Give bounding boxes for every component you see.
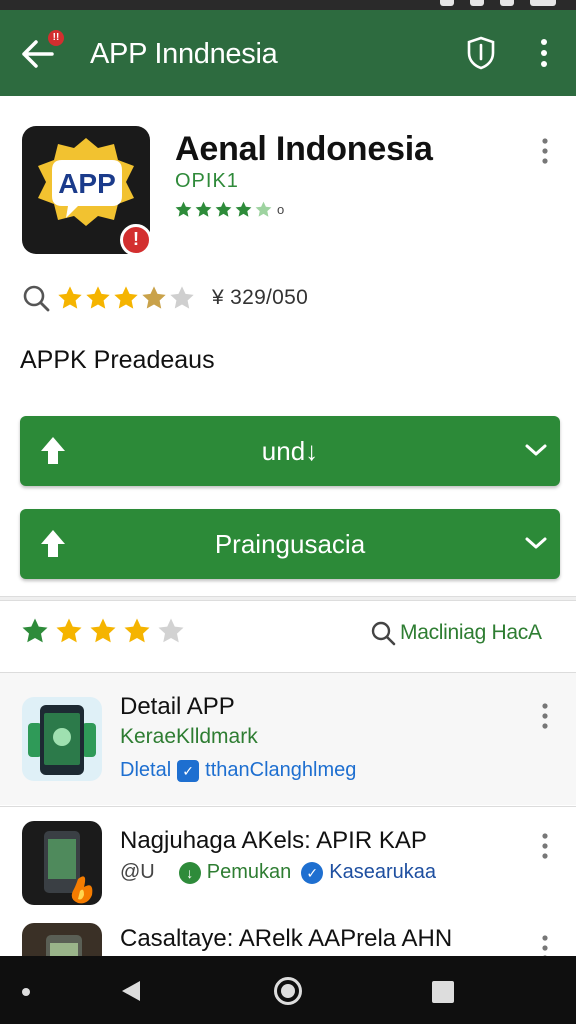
nav-back-icon[interactable]	[118, 978, 144, 1004]
section-title: APPK Preadeaus	[20, 346, 215, 374]
list-item-subtitle: KeraeKlldmark	[120, 725, 258, 748]
list-item[interactable]: Detail APP KeraeKlldmark Dletal ✓ tthanC…	[0, 673, 576, 805]
more-vert-icon[interactable]	[540, 833, 550, 859]
phone-app-icon	[22, 697, 102, 781]
game-app-icon	[22, 821, 102, 905]
system-nav-bar	[0, 956, 576, 1024]
shield-icon[interactable]	[466, 36, 496, 70]
more-vert-icon[interactable]	[540, 703, 550, 729]
list-item-meta: @U ↓ Pemukan ✓ Kasearukaa	[120, 861, 436, 884]
list-item-title: Nagjuhaga AKels: APIR KAP	[120, 827, 427, 854]
star-icon	[235, 201, 252, 217]
verified-icon: ✓	[177, 759, 200, 782]
phone-icon	[46, 935, 82, 956]
alert-badge: !	[120, 224, 152, 256]
star-icon	[215, 201, 232, 217]
more-vert-icon[interactable]	[540, 138, 550, 164]
list-item-title: Detail APP	[120, 693, 235, 720]
meta-right: Kasearukaa	[329, 861, 436, 883]
nav-home-icon[interactable]	[274, 977, 302, 1005]
star-icon	[195, 201, 212, 217]
wifi-icon	[470, 0, 484, 6]
star-icon[interactable]	[88, 616, 118, 646]
download-count: ¥ 329/050	[212, 286, 309, 309]
star-icon	[114, 286, 138, 309]
update-button[interactable]: und↓	[20, 416, 560, 486]
phone-icon	[28, 705, 96, 775]
list-item-title: Casaltaye: ARelk AAPrela AHN	[120, 925, 453, 952]
star-icon[interactable]	[20, 616, 50, 646]
meta-mid: Pemukan	[206, 861, 292, 883]
more-vert-icon[interactable]	[536, 38, 552, 68]
install-button-label: Praingusacia	[214, 529, 366, 559]
app-name: Aenal Indonesia	[175, 130, 433, 168]
rate-app-stars[interactable]	[20, 616, 186, 646]
page-title: APP Inndnesia	[90, 38, 278, 70]
battery-icon	[530, 0, 556, 6]
search-icon[interactable]	[22, 284, 50, 312]
status-bar	[0, 0, 576, 10]
app-bar: !! APP Inndnesia	[0, 10, 576, 96]
star-half-icon	[142, 286, 166, 309]
star-icon	[58, 286, 82, 309]
verified-icon: ✓	[301, 861, 324, 884]
content-area: APP ! Aenal Indonesia OPIK1 o ¥ 329/050 …	[0, 96, 576, 956]
search-icon	[371, 621, 396, 646]
meta-right: tthanClanghlmeg	[205, 759, 357, 781]
star-icon[interactable]	[122, 616, 152, 646]
app-icon-text: APP	[58, 168, 116, 199]
meta-left: @U	[120, 861, 155, 883]
star-icon	[86, 286, 110, 309]
phone-icon	[44, 831, 93, 904]
nav-recents-icon[interactable]	[432, 981, 454, 1003]
chevron-down-icon[interactable]	[522, 533, 550, 553]
rating-suffix: o	[277, 202, 285, 217]
list-item-meta: Dletal ✓ tthanClanghlmeg	[120, 759, 356, 782]
star-empty-icon	[170, 286, 194, 309]
more-vert-icon[interactable]	[540, 935, 550, 956]
signal-icon	[440, 0, 454, 6]
header-rating: o	[174, 200, 284, 219]
update-button-label: und↓	[261, 436, 319, 466]
download-icon: ↓	[178, 861, 201, 884]
install-button[interactable]: Praingusacia	[20, 509, 560, 579]
list-item[interactable]: Nagjuhaga AKels: APIR KAP @U ↓ Pemukan ✓…	[0, 807, 576, 907]
developer-name[interactable]: OPIK1	[175, 170, 239, 193]
star-empty-icon[interactable]	[156, 616, 186, 646]
list-item[interactable]: Casaltaye: ARelk AAPrela AHN	[0, 907, 576, 956]
star-half-icon	[255, 201, 272, 217]
nav-dot-icon	[22, 988, 30, 996]
rating-row: ¥ 329/050	[22, 284, 308, 312]
chevron-down-icon[interactable]	[522, 440, 550, 460]
match-search-label: Macliniag HacA	[400, 621, 542, 644]
app-icon[interactable]: APP !	[22, 126, 152, 256]
network-icon	[500, 0, 514, 6]
app-icon	[22, 923, 102, 956]
notification-badge: !!	[48, 30, 64, 46]
meta-left: Dletal	[120, 759, 172, 781]
star-icon	[175, 201, 192, 217]
section-divider	[0, 596, 576, 601]
star-icon[interactable]	[54, 616, 84, 646]
match-search-link[interactable]: Macliniag HacA	[370, 620, 542, 646]
